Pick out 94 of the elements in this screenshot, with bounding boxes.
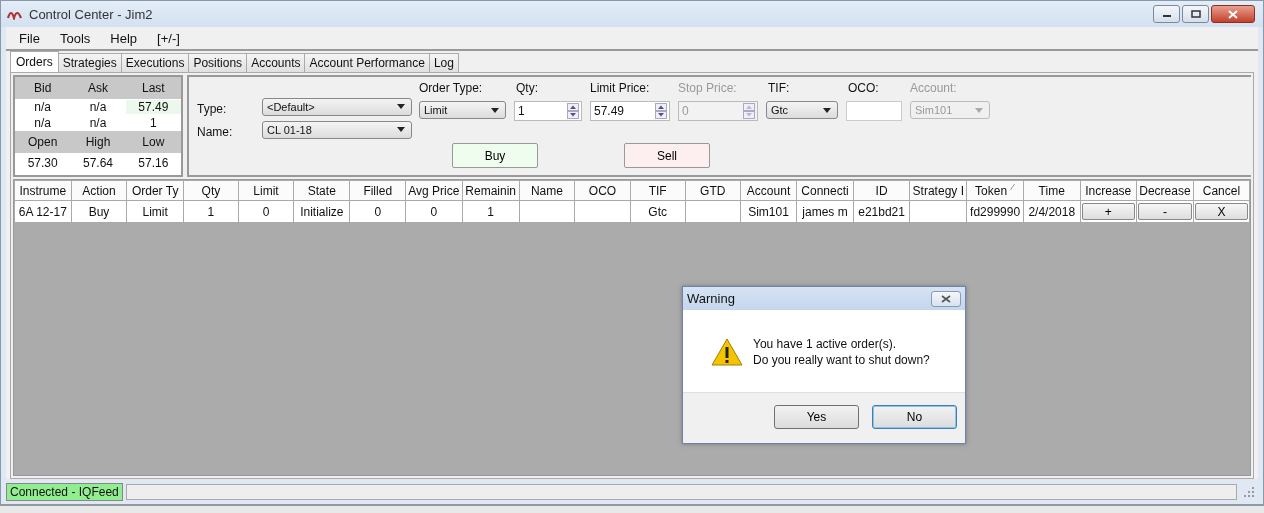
- quote-value: n/a: [33, 116, 52, 130]
- resize-grip-icon: [1244, 487, 1254, 497]
- quote-value: 57.30: [26, 156, 59, 170]
- connection-status: Connected - IQFeed: [6, 483, 123, 501]
- increase-button[interactable]: +: [1081, 203, 1136, 220]
- tab[interactable]: Log: [428, 53, 459, 72]
- column-header[interactable]: TIF: [630, 180, 686, 201]
- quote-value: n/a: [88, 116, 108, 130]
- column-header[interactable]: Qty: [183, 180, 239, 201]
- tab[interactable]: Executions: [120, 53, 190, 72]
- field-label: Order Type:: [419, 81, 484, 95]
- quote-value: 57.64: [81, 156, 114, 170]
- column-header[interactable]: Avg Price: [405, 180, 463, 201]
- dropdown-arrow-icon: [397, 104, 405, 109]
- column-header: High: [84, 135, 112, 149]
- column-header[interactable]: Name: [519, 180, 575, 201]
- field-label: Name:: [197, 124, 234, 139]
- quote-value: n/a: [88, 100, 108, 114]
- dropdown[interactable]: Gtc: [766, 101, 838, 119]
- window-title: Control Center - Jim2: [29, 6, 154, 22]
- spin-arrows-icon: [743, 103, 755, 119]
- field-label: OCO:: [847, 81, 880, 95]
- dropdown-arrow-icon: [397, 127, 405, 132]
- column-header[interactable]: State: [293, 180, 350, 201]
- column-header[interactable]: Connecti: [796, 180, 854, 201]
- type-dropdown[interactable]: <Default>: [262, 97, 412, 116]
- warning-icon: [711, 338, 743, 366]
- column-header[interactable]: Account: [740, 180, 797, 201]
- column-header[interactable]: Decrease: [1136, 180, 1194, 201]
- dialog-title: Warning: [687, 291, 736, 306]
- column-header[interactable]: Action: [71, 180, 127, 201]
- menu-item[interactable]: File: [19, 30, 40, 46]
- maximize-icon: [1190, 10, 1201, 18]
- dropdown[interactable]: Limit: [419, 101, 506, 119]
- spin-arrows-icon: [567, 103, 579, 119]
- buy-button[interactable]: Buy: [452, 143, 538, 168]
- tab[interactable]: Account Performance: [304, 53, 430, 72]
- spin-field[interactable]: 57.49: [590, 101, 670, 121]
- spin-field[interactable]: 1: [514, 101, 582, 121]
- field-label: Type:: [197, 101, 228, 116]
- column-header[interactable]: Increase: [1080, 180, 1137, 201]
- message-text: You have 1 active order(s).: [753, 336, 897, 352]
- tab[interactable]: Positions: [188, 53, 248, 72]
- close-button[interactable]: [1211, 5, 1255, 23]
- tab[interactable]: Strategies: [57, 53, 122, 72]
- field-label: Account:: [910, 81, 958, 95]
- column-header[interactable]: Remainin: [462, 180, 520, 201]
- column-header[interactable]: Cancel: [1193, 180, 1250, 201]
- yes-button[interactable]: Yes: [774, 405, 859, 429]
- column-header[interactable]: Token: [966, 180, 1024, 201]
- quote-value: 1: [148, 116, 158, 130]
- message-text: Do you really want to shut down?: [753, 352, 930, 368]
- quote-value: 57.49: [125, 100, 181, 114]
- menu-item[interactable]: Tools: [59, 30, 91, 46]
- column-header[interactable]: GTD: [685, 180, 741, 201]
- close-button[interactable]: [931, 290, 961, 307]
- quote-value: n/a: [33, 100, 52, 114]
- tab[interactable]: Orders: [10, 51, 59, 72]
- minimize-button[interactable]: [1153, 5, 1180, 23]
- sell-button[interactable]: Sell: [624, 143, 710, 168]
- column-header: Ask: [87, 81, 109, 95]
- column-header: Open: [27, 135, 59, 149]
- tab[interactable]: Accounts: [246, 53, 306, 72]
- cancel-button[interactable]: X: [1194, 203, 1248, 220]
- name-dropdown[interactable]: CL 01-18: [262, 120, 412, 139]
- field-label: Qty:: [515, 81, 539, 95]
- field-label: TIF:: [767, 81, 791, 95]
- table-cell: 6A 12-17: [14, 200, 72, 223]
- column-header[interactable]: Limit: [238, 180, 294, 201]
- column-header[interactable]: OCO: [574, 180, 631, 201]
- column-header[interactable]: Order Ty: [126, 180, 184, 201]
- field-label: Stop Price:: [678, 81, 738, 95]
- column-header: Last: [140, 81, 166, 95]
- column-header: Bid: [33, 81, 53, 95]
- dropdown-arrow-icon: [975, 107, 983, 113]
- close-icon: [941, 294, 951, 303]
- column-header[interactable]: Instrume: [14, 180, 72, 201]
- column-header: Low: [141, 135, 166, 149]
- maximize-button[interactable]: [1182, 5, 1209, 23]
- no-button[interactable]: No: [872, 405, 957, 429]
- menu-item[interactable]: [+/-]: [157, 30, 180, 46]
- menu-item[interactable]: Help: [110, 30, 138, 46]
- column-header[interactable]: Strategy I: [909, 180, 967, 201]
- field-label: Limit Price:: [590, 81, 651, 95]
- column-header[interactable]: Filled: [350, 180, 406, 201]
- dropdown-arrow-icon: [823, 107, 831, 113]
- column-header[interactable]: ID: [853, 180, 910, 201]
- quote-value: 57.16: [137, 156, 170, 170]
- column-header[interactable]: Time: [1023, 180, 1080, 201]
- input-field[interactable]: [846, 101, 902, 121]
- close-icon: [1228, 9, 1238, 19]
- dropdown-arrow-icon: [491, 107, 499, 113]
- spin-arrows-icon: [655, 103, 667, 119]
- decrease-button[interactable]: -: [1138, 203, 1192, 220]
